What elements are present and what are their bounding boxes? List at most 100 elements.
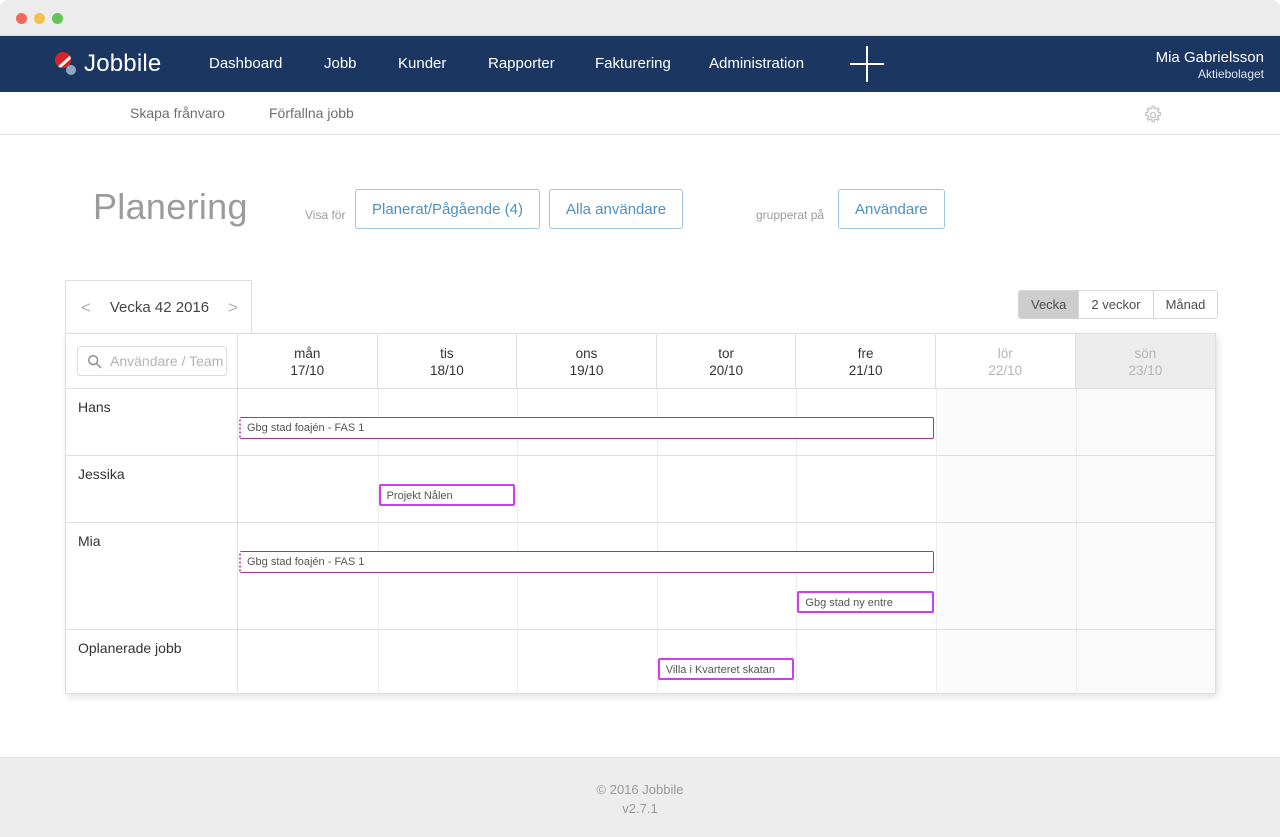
user-organisation: Aktiebolaget [1197,67,1264,81]
column-divider [936,523,937,629]
column-divider [1075,630,1077,692]
column-divider [656,456,658,522]
nav-item-fakturering[interactable]: Fakturering [595,36,671,92]
calendar-row: Mia Gbg stad foajén - FAS 1 Gbg stad ny en… [66,523,1216,630]
day-name: mån [294,346,321,361]
page-footer: © 2016 Jobbile v2.7.1 [0,757,1280,837]
calendar-row: Oplanerade jobb Villa i Kvarteret skatan [66,630,1216,692]
day-column-header-ons: ons 19/10 [517,334,657,388]
sunday-shade [1075,630,1216,692]
search-icon [87,354,102,369]
subnav-item-forfallna-jobb[interactable]: Förfallna jobb [269,92,354,135]
window-titlebar [0,0,1280,36]
jobbile-logo-icon [55,50,81,78]
nav-item-dashboard[interactable]: Dashboard [209,36,282,92]
job-bar[interactable]: Gbg stad foajén - FAS 1 [239,417,934,439]
job-bar[interactable]: Villa i Kvarteret skatan [657,658,795,680]
sunday-shade [1075,456,1216,522]
calendar-header-row: mån 17/10 tis 18/10 ons 19/10 tor 20/10 fre 21/10… [66,334,1216,389]
nav-item-jobb[interactable]: Jobb [324,36,357,92]
day-column-header-tis: tis 18/10 [378,334,518,388]
footer-version: v2.7.1 [622,801,658,816]
day-name: fre [857,346,874,361]
page-content: Planering Visa för Planerat/Pågående (4)… [0,135,1280,757]
user-menu[interactable]: Mia Gabrielsson Aktiebolaget [1156,49,1264,82]
filter-users-button[interactable]: Alla användare [549,189,684,229]
planning-calendar: mån 17/10 tis 18/10 ons 19/10 tor 20/10 fre 21/10… [65,333,1216,694]
job-bar[interactable]: Projekt Nålen [378,484,516,506]
sub-navbar: Skapa frånvaro Förfallna jobb [0,92,1280,135]
app-window: Jobbile Dashboard Jobb Kunder Rapporter … [0,0,1280,837]
window-close-button[interactable] [16,13,27,24]
week-next-button[interactable]: > [218,281,248,335]
column-divider [936,389,937,455]
saturday-shade [936,389,1076,455]
column-divider [656,523,658,629]
week-navigator: Vecka 42 2016 < > [65,280,252,334]
column-divider [517,630,519,692]
day-column-header-tor: tor 20/10 [657,334,797,388]
row-label: Jessika [78,466,125,482]
saturday-shade [936,456,1076,522]
view-toggle-vecka[interactable]: Vecka [1019,291,1080,318]
user-name: Mia Gabrielsson [1155,49,1264,66]
job-bar[interactable]: Gbg stad foajén - FAS 1 [239,551,934,573]
day-column-header-fre: fre 21/10 [796,334,936,388]
logo-wordmark: Jobbile [84,50,162,77]
saturday-shade [936,523,1076,629]
row-label-cell: Jessika [66,456,238,522]
calendar-row: Jessika Projekt Nålen [66,456,1216,523]
column-divider [796,523,798,629]
day-column-header-mån: mån 17/10 [238,334,378,388]
column-divider [796,456,798,522]
grouped-by-label: grupperat på [756,208,825,222]
column-divider [936,456,937,522]
nav-item-administration[interactable]: Administration [709,36,804,92]
day-name: sön [1134,346,1157,361]
column-divider [796,630,798,692]
view-toggle-2-veckor[interactable]: 2 veckor [1079,291,1154,318]
window-minimize-button[interactable] [34,13,45,24]
saturday-shade [936,630,1076,692]
day-column-header-sön: sön 23/10 [1075,334,1216,388]
day-date: 20/10 [709,363,743,378]
day-name: tor [718,346,734,361]
calendar-body: Hans Gbg stad foajén - FAS 1 Jessika Projek… [66,389,1216,693]
day-date: 21/10 [848,363,883,378]
column-divider [1075,389,1077,455]
main-navbar: Jobbile Dashboard Jobb Kunder Rapporter … [0,36,1280,92]
row-label: Mia [78,533,101,549]
group-by-button[interactable]: Användare [838,189,945,229]
show-for-label: Visa för [305,208,346,222]
window-maximize-button[interactable] [52,13,63,24]
user-team-search[interactable] [77,346,227,376]
row-label-cell: Hans [66,389,238,455]
search-input[interactable] [108,347,226,375]
column-divider [517,456,519,522]
nav-item-kunder[interactable]: Kunder [398,36,446,92]
column-divider [936,630,937,692]
calendar-row: Hans Gbg stad foajén - FAS 1 [66,389,1216,456]
row-label: Oplanerade jobb [78,640,182,656]
week-prev-button[interactable]: < [71,281,101,335]
column-divider [1075,456,1077,522]
gear-icon[interactable] [1141,103,1165,127]
row-label-cell: Oplanerade jobb [66,630,238,692]
app-logo[interactable]: Jobbile [55,48,161,80]
filter-status-button[interactable]: Planerat/Pågående (4) [355,189,540,229]
add-new-plus-icon[interactable] [850,36,884,92]
calendar-search-cell [66,334,238,388]
subnav-item-skapa-franvaro[interactable]: Skapa frånvaro [130,92,225,135]
day-date: 17/10 [290,363,325,378]
day-name: lör [997,346,1013,361]
nav-item-rapporter[interactable]: Rapporter [488,36,555,92]
column-divider [1075,523,1077,629]
day-date: 22/10 [988,363,1023,378]
row-label-cell: Mia [66,523,238,629]
job-bar[interactable]: Gbg stad ny entre [797,591,934,613]
view-toggle-manad[interactable]: Månad [1153,291,1218,318]
page-title: Planering [93,186,248,227]
logo-blue-ball-icon [66,65,76,75]
day-name: tis [440,346,454,361]
view-range-toggle: Vecka 2 veckor Månad [1018,290,1219,319]
